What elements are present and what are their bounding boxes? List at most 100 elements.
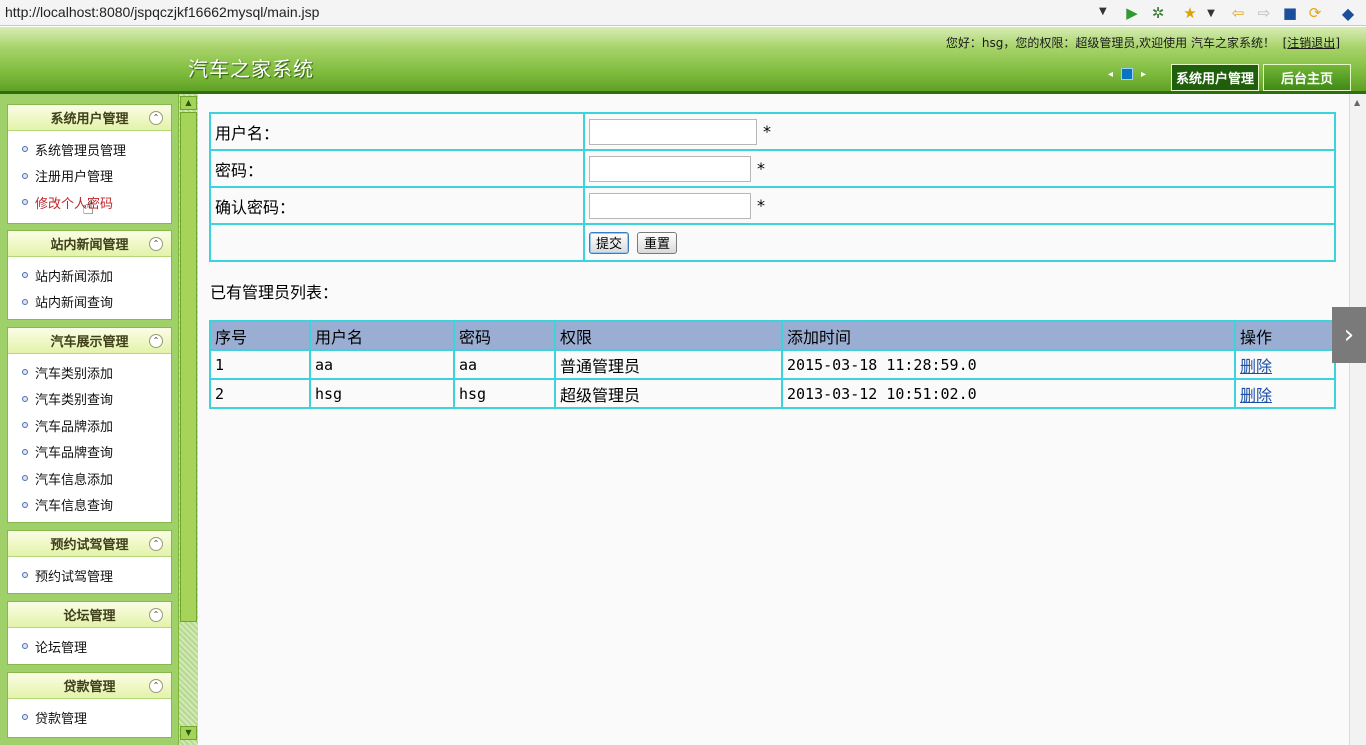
bullet-icon <box>22 272 28 279</box>
collapse-icon[interactable]: ⌃ <box>149 608 163 622</box>
tab-system-user-management[interactable]: 系统用户管理 <box>1171 64 1259 91</box>
sidebar-panel-header[interactable]: 预约试驾管理 ⌃ <box>8 531 171 557</box>
forward-icon[interactable]: ⇨ <box>1254 3 1274 23</box>
cell-role: 普通管理员 <box>554 349 783 380</box>
required-mark: * <box>757 159 765 178</box>
bullet-icon <box>22 422 28 429</box>
sidebar-panel-title: 预约试驾管理 <box>50 538 129 553</box>
sidebar-item-admin-management[interactable]: 系统管理员管理 <box>8 136 171 163</box>
bullet-icon <box>22 172 28 179</box>
confirm-password-label: 确认密码： <box>209 186 585 225</box>
table-row: 1 aa aa 普通管理员 2015-03-18 11:28:59.0 删除 <box>209 349 1336 380</box>
password-input[interactable] <box>589 155 751 182</box>
sidebar-item-car-info-query[interactable]: 汽车信息查询 <box>8 492 171 519</box>
sidebar-panel-title: 站内新闻管理 <box>50 238 129 253</box>
required-mark: * <box>757 196 765 215</box>
bullet-icon <box>22 501 28 508</box>
greeting-text: 您好：hsg，您的权限：超级管理员,欢迎使用 汽车之家系统！ [注销退出] <box>945 36 1340 50</box>
delete-link[interactable]: 删除 <box>1240 386 1272 405</box>
chevron-right-icon[interactable]: › <box>1332 307 1366 363</box>
column-header: 用户名 <box>309 320 455 351</box>
hand-cursor-icon: ☝ <box>82 195 95 219</box>
cell-password: aa <box>453 349 556 380</box>
greeting-message: 您好：hsg，您的权限：超级管理员,欢迎使用 汽车之家系统！ <box>945 36 1275 50</box>
admin-table: 序号 用户名 密码 权限 添加时间 操作 1 aa aa 普通管理员 2015-… <box>209 320 1336 409</box>
sidebar-panel-title: 汽车展示管理 <box>50 335 129 350</box>
cell-username: aa <box>309 349 455 380</box>
sidebar-panel-forum: 论坛管理 ⌃ 论坛管理 <box>7 601 172 665</box>
main-scrollbar[interactable]: ▲ <box>1349 94 1366 745</box>
bullet-icon <box>22 643 28 650</box>
favorites-dropdown-icon[interactable]: ▼ <box>1201 3 1221 23</box>
username-input[interactable] <box>589 118 757 145</box>
tab-admin-home[interactable]: 后台主页 <box>1263 64 1351 91</box>
sidebar-panel-header[interactable]: 论坛管理 ⌃ <box>8 602 171 628</box>
back-icon[interactable]: ⇦ <box>1228 3 1248 23</box>
empty-cell <box>209 223 585 262</box>
sidebar-item-loan[interactable]: 贷款管理 <box>8 704 171 731</box>
scroll-up-icon[interactable]: ▲ <box>180 96 197 110</box>
column-header: 权限 <box>554 320 783 351</box>
delete-link[interactable]: 删除 <box>1240 357 1272 376</box>
sidebar-item-car-brand-add[interactable]: 汽车品牌添加 <box>8 412 171 439</box>
sidebar-item-test-drive[interactable]: 预约试驾管理 <box>8 562 171 589</box>
column-header: 序号 <box>209 320 311 351</box>
cell-no: 1 <box>209 349 311 380</box>
sidebar-panel-title: 论坛管理 <box>63 609 116 624</box>
scroll-up-icon[interactable]: ▲ <box>1354 98 1360 107</box>
browser-logo-icon[interactable]: ◆ <box>1338 3 1358 23</box>
sidebar-scrollbar[interactable]: ▲ ▼ <box>178 94 198 745</box>
collapse-icon[interactable]: ⌃ <box>149 111 163 125</box>
cell-added-time: 2013-03-12 10:51:02.0 <box>781 378 1236 409</box>
tab-scroll-right-icon[interactable]: ▸ <box>1141 69 1146 80</box>
table-header-row: 序号 用户名 密码 权限 添加时间 操作 <box>209 320 1336 351</box>
bullet-icon <box>22 395 28 402</box>
sidebar-panel-car-display: 汽车展示管理 ⌃ 汽车类别添加 汽车类别查询 汽车品牌添加 汽车品牌查询 汽车信… <box>7 327 172 523</box>
password-form: 用户名： * 密码： * 确认密码： * 提交 重置 <box>209 112 1336 262</box>
scroll-down-icon[interactable]: ▼ <box>180 726 197 740</box>
app-header: 汽车之家系统 您好：hsg，您的权限：超级管理员,欢迎使用 汽车之家系统！ [注… <box>0 27 1366 93</box>
sidebar-panel-header[interactable]: 贷款管理 ⌃ <box>8 673 171 699</box>
logout-link[interactable]: 注销退出 <box>1287 36 1335 50</box>
favorites-icon[interactable]: ★ <box>1180 3 1200 23</box>
bullet-icon <box>22 475 28 482</box>
tab-scroll-handle-icon[interactable] <box>1121 68 1134 80</box>
cell-role: 超级管理员 <box>554 378 783 409</box>
bullet-icon <box>22 714 28 721</box>
sidebar-item-car-brand-query[interactable]: 汽车品牌查询 <box>8 439 171 466</box>
tab-scroll-left-icon[interactable]: ◂ <box>1108 69 1113 80</box>
scrollbar-thumb[interactable] <box>180 112 197 622</box>
collapse-icon[interactable]: ⌃ <box>149 334 163 348</box>
username-label: 用户名： <box>209 112 585 151</box>
sidebar-item-car-category-query[interactable]: 汽车类别查询 <box>8 386 171 413</box>
collapse-icon[interactable]: ⌃ <box>149 237 163 251</box>
url-dropdown-icon[interactable]: ▼ <box>1099 6 1107 17</box>
cell-password: hsg <box>453 378 556 409</box>
bullet-icon <box>22 199 28 206</box>
column-header: 添加时间 <box>781 320 1236 351</box>
confirm-password-input[interactable] <box>589 192 751 219</box>
sidebar-panel-header[interactable]: 汽车展示管理 ⌃ <box>8 328 171 354</box>
required-mark: * <box>763 122 771 141</box>
cell-added-time: 2015-03-18 11:28:59.0 <box>781 349 1236 380</box>
play-icon[interactable]: ▶ <box>1122 3 1142 23</box>
collapse-icon[interactable]: ⌃ <box>149 537 163 551</box>
sidebar-panel-header[interactable]: 系统用户管理 ⌃ <box>8 105 171 131</box>
sidebar-item-news-query[interactable]: 站内新闻查询 <box>8 289 171 316</box>
sidebar-item-car-info-add[interactable]: 汽车信息添加 <box>8 465 171 492</box>
stop-icon[interactable]: ■ <box>1280 3 1300 23</box>
sidebar-panel-header[interactable]: 站内新闻管理 ⌃ <box>8 231 171 257</box>
sidebar-item-forum[interactable]: 论坛管理 <box>8 633 171 660</box>
bullet-icon <box>22 298 28 305</box>
debug-icon[interactable]: ✲ <box>1148 3 1168 23</box>
url-field[interactable]: http://localhost:8080/jspqczjkf16662mysq… <box>5 4 319 20</box>
sidebar-item-news-add[interactable]: 站内新闻添加 <box>8 262 171 289</box>
collapse-icon[interactable]: ⌃ <box>149 679 163 693</box>
refresh-icon[interactable]: ⟳ <box>1305 3 1325 23</box>
sidebar-panel-news: 站内新闻管理 ⌃ 站内新闻添加 站内新闻查询 <box>7 230 172 320</box>
reset-button[interactable]: 重置 <box>637 231 678 254</box>
sidebar-item-registered-users[interactable]: 注册用户管理 <box>8 163 171 190</box>
sidebar-item-car-category-add[interactable]: 汽车类别添加 <box>8 359 171 386</box>
submit-button[interactable]: 提交 <box>589 231 630 254</box>
bullet-icon <box>22 448 28 455</box>
